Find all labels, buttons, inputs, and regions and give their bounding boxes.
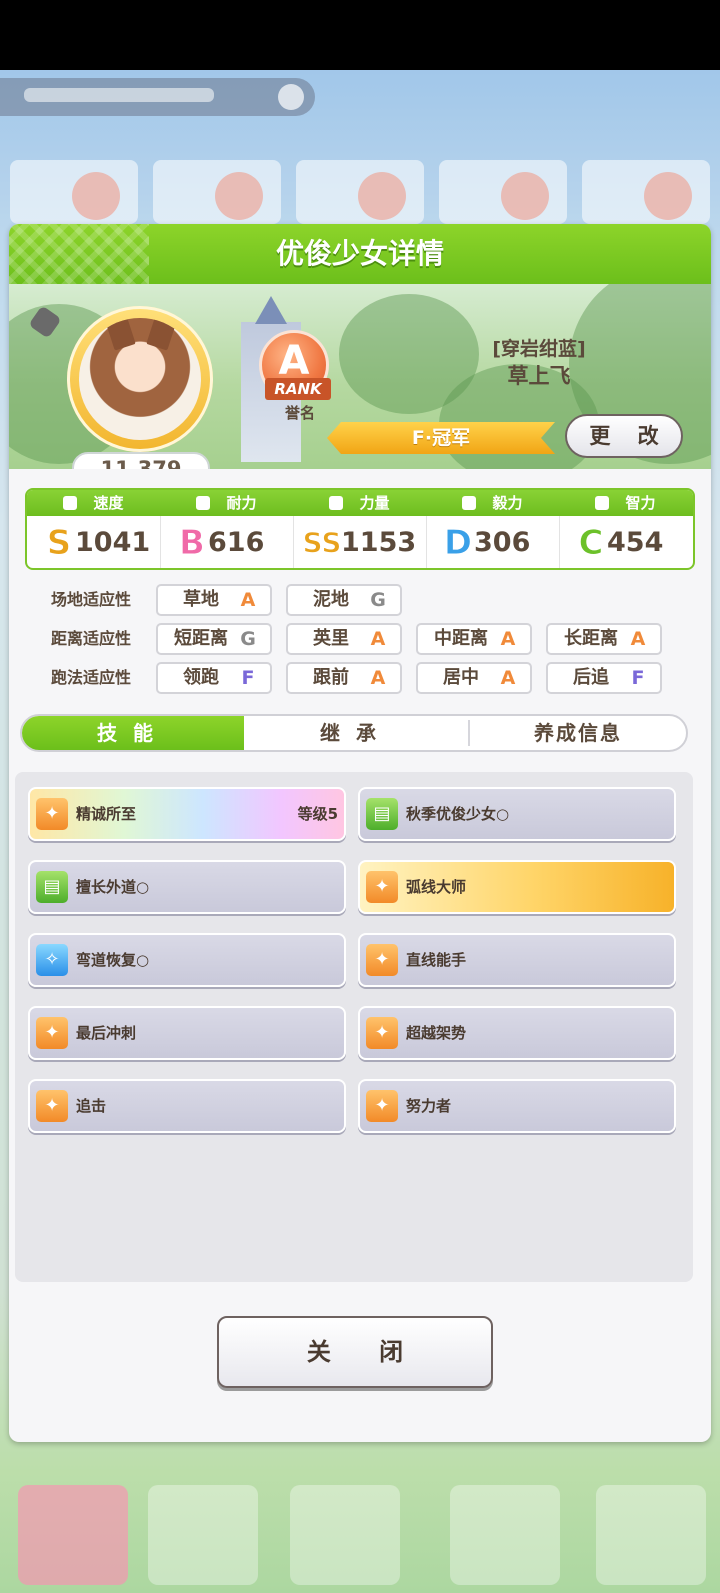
aptitude-label: 场地适应性 [50,590,131,609]
stat-grade: D [443,523,473,563]
background-card-row [10,160,710,224]
skill-horse-icon: ✦ [366,944,398,976]
change-title-button[interactable]: 更 改 [565,414,683,458]
stat-value: 454 [607,527,664,558]
aptitude-sprint: 短距离 G [156,623,272,655]
stat-grade: S [46,523,72,563]
skill-name: 秋季优俊少女○ [406,805,510,823]
skill-card[interactable]: ✦ 努力者 [358,1079,676,1133]
skill-name: 努力者 [406,1097,452,1115]
stat-wit: 智力 C 454 [559,490,692,568]
skill-horse-icon: ✦ [36,798,68,830]
aptitude-label: 距离适应性 [50,629,131,648]
skill-book-icon: ▤ [366,798,398,830]
skill-name: 弯道恢复○ [76,951,150,969]
stat-label: 耐力 [226,494,257,512]
skill-name: 追击 [76,1097,107,1115]
stat-value: 616 [208,527,265,558]
skill-name: 精诚所至 [76,805,137,823]
dialog-header: 优俊少女详情 [9,224,711,287]
stat-value: 1153 [341,527,417,558]
detail-tabs: 技能 继承 养成信息 [20,714,688,752]
skill-book-icon: ▤ [36,871,68,903]
aptitude-label: 跑法适应性 [50,668,131,687]
aptitude-end-closer: 后追 F [546,662,662,694]
skill-card[interactable]: ✦ 追击 [28,1079,346,1133]
aptitude-distance-row: 距离适应性 短距离 G 英里 A 中距离 A 长距离 A [9,623,711,655]
muscle-icon [329,496,344,510]
background-bottom-menu [0,1445,720,1593]
aptitude-front-runner: 领跑 F [156,662,272,694]
skill-card[interactable]: ✦ 直线能手 [358,933,676,987]
skill-horse-icon: ✦ [366,871,398,903]
speed-icon [63,496,78,510]
status-bar [0,0,720,70]
skill-card[interactable]: ✦ 精诚所至 等级5 [28,787,346,841]
skill-sparkle-icon: ✧ [36,944,68,976]
profile-section: 11,379 A RANK 誉名 [穿岩绀蓝] 草上飞 F·冠军 更 改 [9,284,711,469]
stat-grade: SS [302,526,342,560]
skill-name: 直线能手 [406,951,467,969]
skill-horse-icon: ✦ [36,1090,68,1122]
stat-stamina: 耐力 B 616 [160,490,293,568]
skill-card[interactable]: ✧ 弯道恢复○ [28,933,346,987]
skill-name: 擅长外道○ [76,878,150,896]
skill-card[interactable]: ✦ 超越架势 [358,1006,676,1060]
grad-cap-icon [595,496,610,510]
aptitude-medium: 中距离 A [416,623,532,655]
stat-guts: 毅力 D 306 [426,490,559,568]
skills-panel: ✦ 精诚所至 等级5 ▤ 秋季优俊少女○ ▤ 擅长外道○ ✦ 弧线大师 ✧ 弯道… [15,772,693,1282]
aptitude-turf: 草地 A [156,584,272,616]
heart-icon [196,496,211,510]
skill-card[interactable]: ✦ 弧线大师 [358,860,676,914]
stat-grade: C [578,523,604,563]
skill-card[interactable]: ▤ 擅长外道○ [28,860,346,914]
skill-name: 弧线大师 [406,878,467,896]
background-search-chip [0,78,315,116]
tab-training-info[interactable]: 养成信息 [470,716,686,750]
skill-card[interactable]: ▤ 秋季优俊少女○ [358,787,676,841]
dialog-title: 优俊少女详情 [275,237,444,270]
horse-girl-detail-dialog: 优俊少女详情 11,379 A RANK 誉名 [穿岩绀蓝] 草上飞 F·冠军 … [9,224,711,1442]
aptitude-style-row: 跑法适应性 领跑 F 跟前 A 居中 A 后追 F [9,662,711,694]
stat-label: 速度 [93,494,124,512]
aptitude-long: 长距离 A [546,623,662,655]
stats-panel: 速度 S 1041 耐力 B 616 力量 SS 1153 毅力 D 306 智… [25,488,695,570]
title-ribbon: F·冠军 [327,422,555,454]
aptitude-dirt: 泥地 G [286,584,402,616]
skill-card[interactable]: ✦ 最后冲刺 [28,1006,346,1060]
skill-name: 超越架势 [406,1024,467,1042]
stat-label: 力量 [359,494,390,512]
close-button[interactable]: 关 闭 [217,1316,493,1388]
skill-level: 等级5 [297,805,338,823]
tab-inheritance[interactable]: 继承 [244,716,468,750]
stat-power: 力量 SS 1153 [293,490,426,568]
skill-horse-icon: ✦ [366,1017,398,1049]
character-name: 草上飞 [507,364,571,388]
stat-speed: 速度 S 1041 [27,490,160,568]
stat-grade: B [179,523,206,563]
skill-horse-icon: ✦ [36,1017,68,1049]
aptitude-surface-row: 场地适应性 草地 A 泥地 G [9,584,711,616]
tab-skills[interactable]: 技能 [22,716,244,750]
aptitude-mile: 英里 A [286,623,402,655]
avatar[interactable] [79,318,201,440]
flame-icon [462,496,477,510]
aptitude-late-surger: 居中 A [416,662,532,694]
character-epithet: [穿岩绀蓝] [492,338,586,360]
stat-label: 毅力 [492,494,523,512]
stat-label: 智力 [625,494,656,512]
rank-caption: 誉名 [284,404,315,422]
skill-name: 最后冲刺 [76,1024,137,1042]
stat-value: 1041 [75,527,151,558]
rank-ribbon: RANK [265,378,331,400]
aptitude-pace-chaser: 跟前 A [286,662,402,694]
skill-horse-icon: ✦ [366,1090,398,1122]
fan-count: 11,379 [72,452,210,469]
stat-value: 306 [474,527,531,558]
